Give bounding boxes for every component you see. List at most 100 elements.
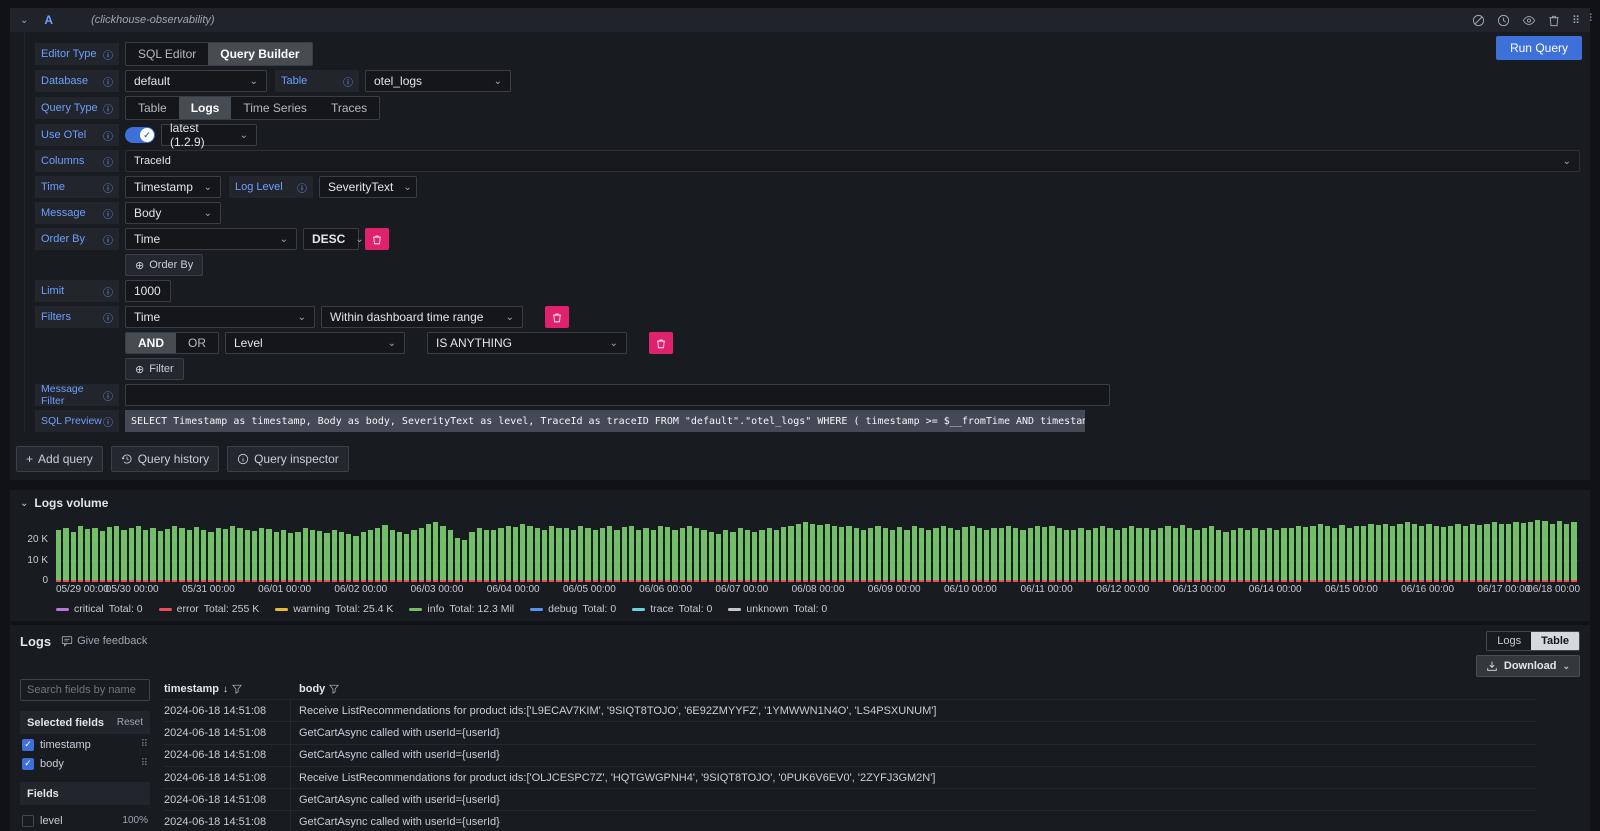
legend-color-marker xyxy=(56,608,69,611)
info-icon[interactable]: ⓘ xyxy=(103,180,113,195)
view-table-option[interactable]: Table xyxy=(1531,632,1579,650)
timestamp-column-header[interactable]: timestamp ↓ xyxy=(164,683,291,695)
bool-and[interactable]: AND xyxy=(126,333,176,353)
field-checkbox-checked[interactable]: ✓ xyxy=(22,758,34,770)
add-order-by-button[interactable]: ⊕Order By xyxy=(125,254,203,276)
tab-traces[interactable]: Traces xyxy=(319,97,379,119)
bool-or[interactable]: OR xyxy=(176,333,218,353)
info-icon[interactable]: ⓘ xyxy=(103,388,113,403)
order-by-direction-select[interactable]: DESC⌄ xyxy=(303,228,359,250)
volume-bar xyxy=(288,533,293,582)
volume-bar xyxy=(716,534,721,582)
volume-bar xyxy=(767,528,772,582)
query-drag-handle-icon[interactable]: ⠿ xyxy=(1572,14,1580,27)
field-drag-handle-icon[interactable]: ⠿ xyxy=(141,739,148,750)
editor-type-label: Editor Typeⓘ xyxy=(35,43,119,65)
info-icon[interactable]: ⓘ xyxy=(103,47,113,62)
filter1-field-select[interactable]: Time⌄ xyxy=(125,306,315,328)
filter-icon[interactable] xyxy=(329,684,339,694)
columns-multiselect[interactable]: TraceId⌄ xyxy=(125,150,1580,172)
collapse-logs-volume-icon[interactable]: ⌄ xyxy=(20,498,28,509)
field-drag-handle-icon[interactable]: ⠿ xyxy=(141,758,148,769)
query-type-label: Query Typeⓘ xyxy=(35,97,119,119)
info-icon[interactable]: ⓘ xyxy=(103,414,113,429)
time-column-select[interactable]: Timestamp⌄ xyxy=(125,176,221,198)
field-checkbox-checked[interactable]: ✓ xyxy=(22,739,34,751)
download-button[interactable]: Download ⌄ xyxy=(1476,655,1580,677)
filter-icon[interactable] xyxy=(232,684,242,694)
volume-bar xyxy=(339,532,344,582)
add-filter-button[interactable]: ⊕Filter xyxy=(125,358,184,380)
legend-item-warning[interactable]: warningTotal: 25.4 K xyxy=(275,603,393,615)
chevron-down-icon: ⌄ xyxy=(298,312,306,323)
info-icon[interactable]: ⓘ xyxy=(103,101,113,116)
tab-logs[interactable]: Logs xyxy=(179,97,232,119)
tab-table[interactable]: Table xyxy=(126,97,179,119)
tab-query-builder[interactable]: Query Builder xyxy=(208,43,311,65)
info-icon[interactable]: ⓘ xyxy=(103,128,113,143)
search-fields-input[interactable] xyxy=(20,679,150,701)
volume-bar xyxy=(1281,528,1286,582)
remove-filter2-button[interactable] xyxy=(649,332,673,354)
volume-bar xyxy=(303,528,308,582)
volume-bar xyxy=(71,532,76,582)
log-level-select[interactable]: SeverityText⌄ xyxy=(319,176,417,198)
info-icon[interactable]: ⓘ xyxy=(103,232,113,247)
info-icon[interactable]: ⓘ xyxy=(103,74,113,89)
volume-bar xyxy=(1165,526,1170,582)
legend-item-error[interactable]: errorTotal: 255 K xyxy=(159,603,260,615)
remove-filter1-button[interactable] xyxy=(545,306,569,328)
columns-row: Columnsⓘ TraceId⌄ xyxy=(35,150,1590,172)
volume-bar xyxy=(455,538,460,582)
volume-bar xyxy=(941,526,946,582)
volume-bar xyxy=(832,526,837,582)
body-column-header[interactable]: body xyxy=(291,683,339,695)
filter2-operator-select[interactable]: IS ANYTHING⌄ xyxy=(427,332,627,354)
info-icon[interactable]: ⓘ xyxy=(103,154,113,169)
query-history-button[interactable]: Query history xyxy=(111,446,219,472)
reset-fields-button[interactable]: Reset xyxy=(117,717,143,728)
legend-item-critical[interactable]: criticalTotal: 0 xyxy=(56,603,143,615)
remove-order-by-button[interactable] xyxy=(365,228,389,250)
volume-bar xyxy=(1194,530,1199,582)
volume-bar xyxy=(491,530,496,582)
volume-bar xyxy=(1492,522,1497,582)
volume-bar xyxy=(1463,526,1468,582)
hide-response-icon[interactable] xyxy=(1522,14,1536,27)
filter1-operator-select[interactable]: Within dashboard time range⌄ xyxy=(321,306,523,328)
info-icon[interactable]: ⓘ xyxy=(343,74,353,89)
add-query-button[interactable]: +Add query xyxy=(16,446,103,472)
volume-bar xyxy=(672,530,677,582)
query-history-icon[interactable] xyxy=(1497,14,1510,27)
delete-query-icon[interactable] xyxy=(1548,14,1560,27)
info-icon[interactable]: ⓘ xyxy=(297,180,307,195)
use-otel-toggle[interactable]: ✓ xyxy=(125,127,155,143)
query-inspector-button[interactable]: Query inspector xyxy=(227,446,349,472)
filter2-field-select[interactable]: Level⌄ xyxy=(225,332,405,354)
volume-bar xyxy=(1107,528,1112,582)
info-icon[interactable]: ⓘ xyxy=(103,284,113,299)
otel-version-select[interactable]: latest (1.2.9)⌄ xyxy=(161,124,257,146)
legend-item-debug[interactable]: debugTotal: 0 xyxy=(530,603,616,615)
info-icon[interactable]: ⓘ xyxy=(103,310,113,325)
use-otel-label: Use OTelⓘ xyxy=(35,124,119,146)
table-select[interactable]: otel_logs⌄ xyxy=(365,70,511,92)
message-filter-input[interactable] xyxy=(125,384,1110,406)
view-logs-option[interactable]: Logs xyxy=(1487,632,1531,650)
info-icon[interactable]: ⓘ xyxy=(103,206,113,221)
tab-time-series[interactable]: Time Series xyxy=(231,97,319,119)
give-feedback-button[interactable]: Give feedback xyxy=(61,635,147,647)
legend-item-info[interactable]: infoTotal: 12.3 Mil xyxy=(409,603,514,615)
disable-query-icon[interactable] xyxy=(1472,14,1485,27)
database-select[interactable]: default⌄ xyxy=(125,70,267,92)
tab-sql-editor[interactable]: SQL Editor xyxy=(126,43,208,65)
legend-item-unknown[interactable]: unknownTotal: 0 xyxy=(728,603,827,615)
volume-bar xyxy=(223,529,228,582)
collapse-query-icon[interactable]: ⌄ xyxy=(20,15,28,26)
order-by-field-select[interactable]: Time⌄ xyxy=(125,228,297,250)
field-checkbox-unchecked[interactable] xyxy=(22,815,34,827)
legend-item-trace[interactable]: traceTotal: 0 xyxy=(632,603,712,615)
message-column-select[interactable]: Body⌄ xyxy=(125,202,221,224)
limit-input[interactable] xyxy=(125,280,171,302)
run-query-button[interactable]: Run Query xyxy=(1496,36,1582,60)
